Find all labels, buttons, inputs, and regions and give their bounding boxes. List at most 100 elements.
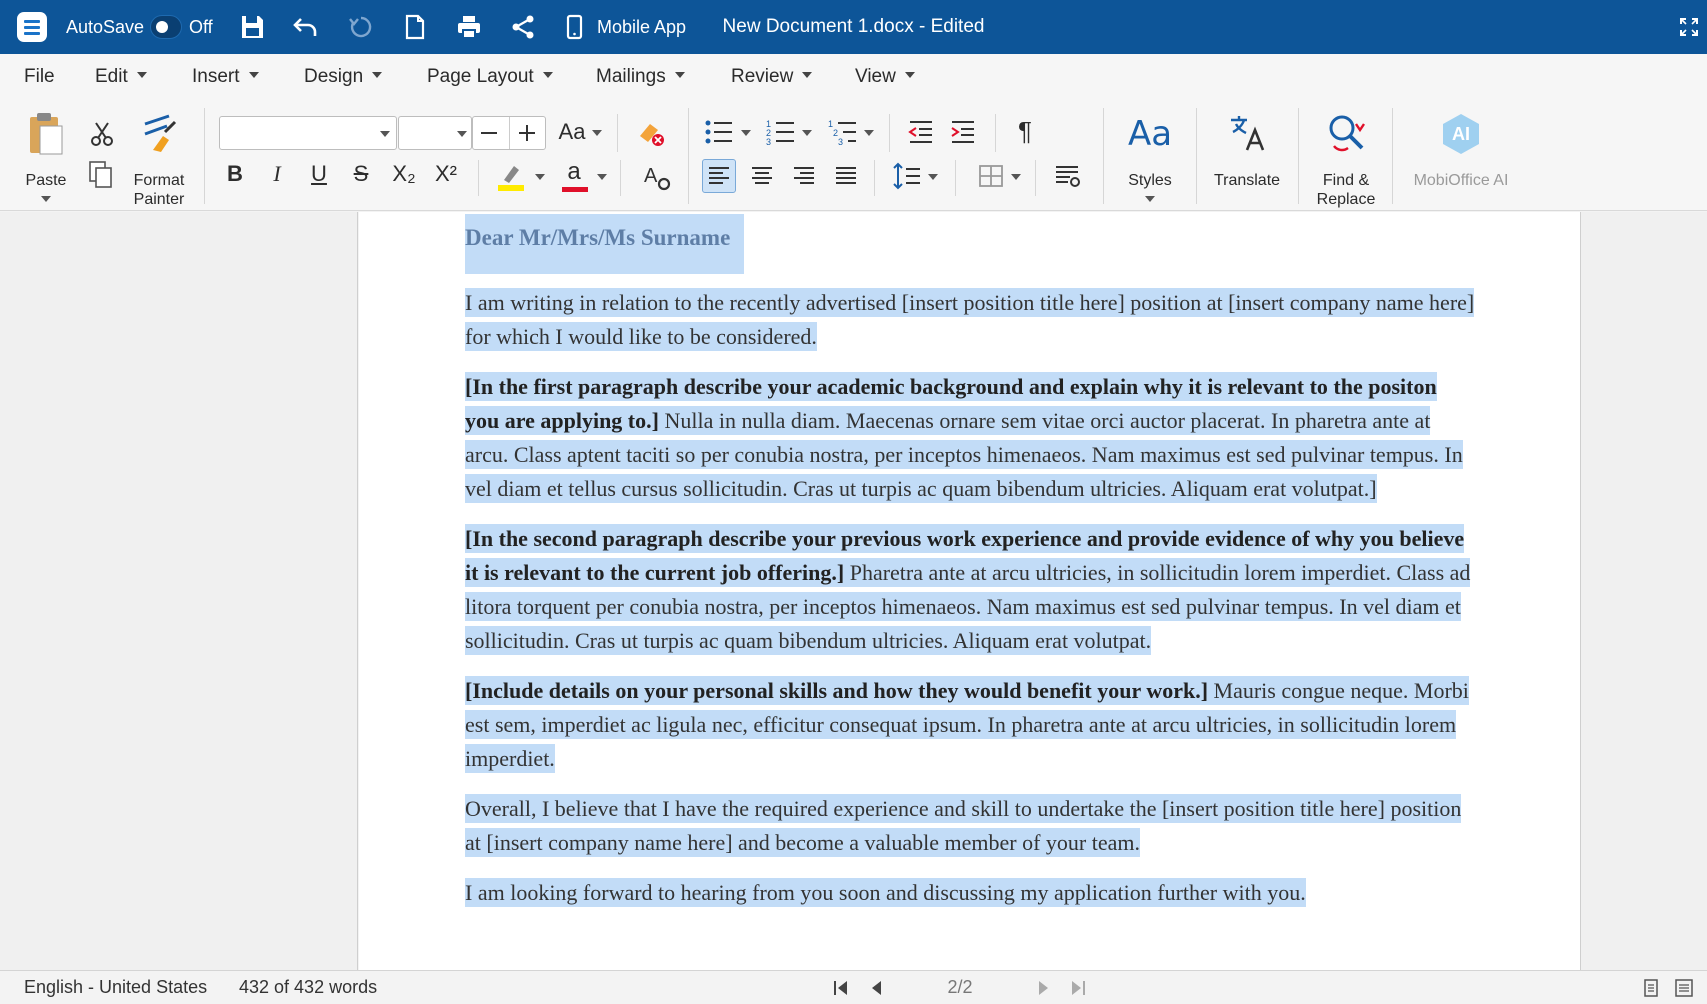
language-indicator[interactable]: English - United States bbox=[24, 971, 207, 1004]
align-left-button[interactable] bbox=[702, 159, 736, 193]
find-replace-icon bbox=[1329, 115, 1365, 152]
document-page[interactable]: Dear Mr/Mrs/Ms Surname I am writing in r… bbox=[359, 212, 1580, 970]
menu-review[interactable]: Review bbox=[731, 54, 813, 100]
multilevel-list-icon[interactable]: 123 bbox=[828, 118, 858, 146]
menu-file[interactable]: File bbox=[24, 54, 55, 100]
paragraph-sign-off[interactable]: I am looking forward to hearing from you… bbox=[465, 878, 1306, 907]
change-case-button[interactable]: Aa bbox=[555, 118, 589, 146]
superscript-button[interactable]: X² bbox=[430, 160, 462, 188]
mobioffice-ai-label: MobiOffice AI bbox=[1413, 172, 1509, 189]
share-icon[interactable] bbox=[509, 13, 537, 41]
borders-icon[interactable] bbox=[975, 160, 1007, 192]
styles-button[interactable]: Aa Styles bbox=[1116, 108, 1184, 208]
paragraph-intro[interactable]: I am writing in relation to the recently… bbox=[465, 288, 1475, 351]
menu-insert-label: Insert bbox=[192, 66, 240, 87]
menu-mailings[interactable]: Mailings bbox=[596, 54, 685, 100]
save-icon[interactable] bbox=[238, 13, 266, 41]
menu-mailings-label: Mailings bbox=[596, 66, 666, 87]
menu-edit-label: Edit bbox=[95, 66, 128, 87]
print-icon[interactable] bbox=[455, 13, 483, 41]
first-page-icon[interactable] bbox=[832, 979, 850, 997]
subscript-button[interactable]: X₂ bbox=[388, 160, 420, 188]
page-view-icon[interactable] bbox=[1641, 978, 1661, 998]
next-page-icon[interactable] bbox=[1034, 979, 1052, 997]
ai-glyph: AI bbox=[1452, 124, 1470, 144]
font-settings-icon[interactable]: A bbox=[642, 162, 672, 192]
menu-bar: File Edit Insert Design Page Layout Mail… bbox=[0, 54, 1707, 100]
menu-edit[interactable]: Edit bbox=[95, 54, 147, 100]
redo-icon[interactable] bbox=[347, 13, 375, 41]
strikethrough-button[interactable]: S bbox=[348, 160, 374, 188]
undo-icon[interactable] bbox=[292, 13, 320, 41]
increase-indent-icon[interactable] bbox=[949, 118, 977, 146]
font-color-button[interactable]: a bbox=[560, 158, 588, 186]
font-size-combo[interactable] bbox=[398, 116, 472, 150]
menu-review-label: Review bbox=[731, 66, 794, 87]
paste-label: Paste bbox=[25, 172, 67, 189]
bullet-list-icon[interactable] bbox=[704, 118, 734, 146]
word-count[interactable]: 432 of 432 words bbox=[239, 971, 377, 1004]
clear-formatting-icon[interactable] bbox=[636, 118, 666, 148]
new-document-icon[interactable] bbox=[401, 13, 429, 41]
bold-button[interactable]: B bbox=[222, 160, 248, 188]
menu-insert[interactable]: Insert bbox=[192, 54, 259, 100]
format-painter-button[interactable]: Format Painter bbox=[126, 108, 192, 208]
translate-label: Translate bbox=[1213, 172, 1281, 189]
svg-text:3: 3 bbox=[766, 137, 771, 146]
fullscreen-icon[interactable] bbox=[1680, 18, 1698, 36]
paragraph-3-heading[interactable]: [Include details on your personal skills… bbox=[465, 676, 1209, 705]
menu-design[interactable]: Design bbox=[304, 54, 383, 100]
find-replace-button[interactable]: Find & Replace bbox=[1308, 108, 1384, 208]
font-color-swatch bbox=[562, 187, 588, 192]
autosave-toggle[interactable] bbox=[150, 15, 182, 39]
web-layout-icon[interactable] bbox=[1674, 978, 1694, 998]
numbered-list-icon[interactable]: 123 bbox=[766, 118, 796, 146]
autosave-state: Off bbox=[189, 17, 213, 37]
highlight-icon[interactable] bbox=[496, 162, 526, 192]
translate-button[interactable]: Translate bbox=[1206, 108, 1288, 208]
greeting-line[interactable]: Dear Mr/Mrs/Ms Surname bbox=[465, 214, 745, 274]
menu-page-layout[interactable]: Page Layout bbox=[427, 54, 553, 100]
decrease-indent-icon[interactable] bbox=[907, 118, 935, 146]
show-formatting-marks-icon[interactable]: ¶ bbox=[1011, 117, 1039, 145]
align-center-icon[interactable] bbox=[746, 160, 778, 192]
mobile-app-button[interactable]: Mobile App bbox=[597, 0, 686, 54]
format-painter-label-1: Format bbox=[133, 172, 185, 189]
cut-icon[interactable] bbox=[89, 120, 115, 148]
styles-glyph: Aa bbox=[1127, 114, 1173, 154]
align-left-icon bbox=[709, 167, 729, 184]
find-replace-label-2: Replace bbox=[1316, 191, 1376, 208]
underline-button[interactable]: U bbox=[306, 160, 332, 188]
font-name-combo[interactable] bbox=[219, 116, 397, 150]
app-menu-icon[interactable] bbox=[17, 12, 47, 42]
menu-view-label: View bbox=[855, 66, 896, 87]
menu-view[interactable]: View bbox=[855, 54, 915, 100]
italic-button[interactable]: I bbox=[264, 160, 290, 188]
paragraph-settings-icon[interactable] bbox=[1052, 160, 1084, 192]
left-margin-area bbox=[0, 212, 358, 970]
format-painter-icon bbox=[144, 114, 177, 152]
document-body[interactable]: Dear Mr/Mrs/Ms Surname I am writing in r… bbox=[465, 212, 1475, 910]
title-bar: AutoSave Off Mobile App New Document 1.d… bbox=[0, 0, 1707, 54]
svg-text:A: A bbox=[644, 165, 658, 187]
font-size-stepper[interactable] bbox=[472, 116, 546, 150]
paste-button[interactable]: Paste bbox=[18, 108, 74, 208]
autosave-label: AutoSave bbox=[66, 17, 145, 37]
justify-icon[interactable] bbox=[830, 160, 862, 192]
line-spacing-icon[interactable] bbox=[892, 160, 924, 192]
previous-page-icon[interactable] bbox=[868, 979, 886, 997]
mobioffice-ai-button[interactable]: AI MobiOffice AI bbox=[1402, 108, 1520, 208]
ribbon-toolbar: Paste Format Painter Aa B I U S X₂ X² a … bbox=[0, 100, 1707, 211]
svg-text:3: 3 bbox=[838, 137, 843, 146]
decrease-font-size-icon[interactable] bbox=[481, 132, 497, 134]
menu-page-layout-label: Page Layout bbox=[427, 66, 534, 87]
menu-file-label: File bbox=[24, 66, 55, 87]
styles-label: Styles bbox=[1128, 172, 1172, 189]
mobile-phone-icon[interactable] bbox=[564, 13, 586, 41]
paragraph-closing[interactable]: Overall, I believe that I have the requi… bbox=[465, 794, 1462, 857]
align-right-icon[interactable] bbox=[788, 160, 820, 192]
right-margin-area bbox=[1580, 212, 1707, 970]
copy-icon[interactable] bbox=[87, 160, 115, 190]
last-page-icon[interactable] bbox=[1069, 979, 1087, 997]
translate-icon bbox=[1231, 116, 1265, 151]
